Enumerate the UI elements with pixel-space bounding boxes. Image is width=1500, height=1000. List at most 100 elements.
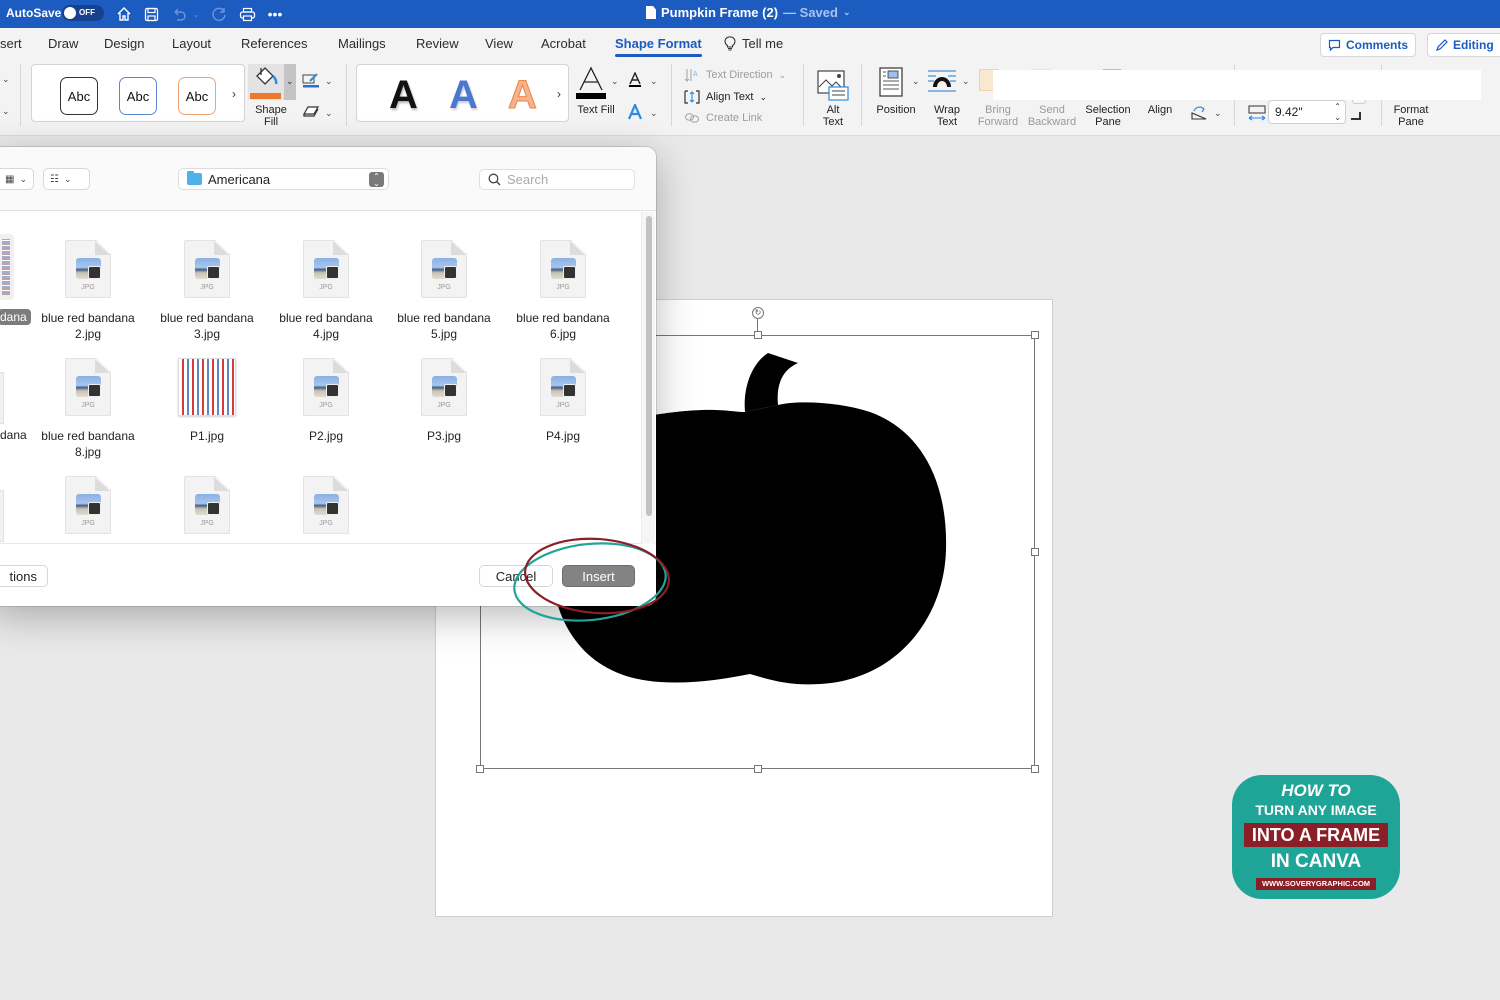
chevron-down-icon[interactable]: ⌄ — [1214, 108, 1222, 119]
tab-mailings[interactable]: Mailings — [338, 36, 386, 51]
autosave-toggle[interactable]: OFF — [62, 5, 104, 21]
file-item[interactable]: JPG P3.jpg — [384, 358, 504, 444]
redo-icon[interactable] — [210, 4, 228, 24]
tab-view[interactable]: View — [485, 36, 513, 51]
file-item[interactable]: JPG P2.jpg — [266, 358, 386, 444]
align-button[interactable]: Align — [1143, 104, 1177, 116]
file-extension: JPG — [319, 284, 333, 291]
tab-references[interactable]: References — [241, 36, 307, 51]
editing-mode-button[interactable]: Editing — [1427, 33, 1500, 57]
file-item[interactable]: JPG blue red bandana 3.jpg — [147, 240, 267, 342]
text-fill-button[interactable] — [575, 66, 607, 105]
search-input[interactable] — [507, 172, 617, 187]
resize-handle-right[interactable] — [1031, 548, 1039, 556]
file-item[interactable]: JPG blue red bandana 8.jpg — [28, 358, 148, 460]
options-button[interactable]: tions — [0, 565, 48, 587]
tab-design[interactable]: Design — [104, 36, 144, 51]
resize-handle-top[interactable] — [754, 331, 762, 339]
tab-shape-format[interactable]: Shape Format — [615, 36, 702, 57]
chevron-down-icon[interactable]: ⌄ — [2, 74, 10, 85]
create-link-button[interactable]: Create Link — [684, 112, 762, 124]
tell-me-search[interactable]: Tell me — [724, 36, 783, 51]
rotate-handle-icon[interactable]: ↻ — [752, 307, 764, 319]
file-name-partial[interactable]: dana — [0, 428, 27, 442]
size-dialog-launcher-icon[interactable] — [1351, 112, 1361, 120]
resize-handle-bottom-left[interactable] — [476, 765, 484, 773]
tab-insert[interactable]: sert — [0, 36, 22, 51]
chevron-down-icon[interactable]: ⌄ — [650, 76, 658, 87]
chevron-down-icon[interactable]: ⌄ — [912, 76, 920, 87]
width-stepper[interactable]: ⌃ ⌄ — [1334, 101, 1341, 123]
wordart-style-orange[interactable]: A — [508, 73, 538, 118]
file-name-selected-partial[interactable]: dana — [0, 309, 31, 325]
tutorial-badge: HOW TO TURN ANY IMAGE INTO A FRAME IN CA… — [1232, 775, 1400, 899]
align-text-button[interactable]: Align Text ⌄ — [684, 90, 767, 104]
undo-dropdown-icon[interactable]: ⌄ — [191, 4, 201, 24]
file-item[interactable]: P1.jpg — [147, 358, 267, 444]
shape-style-orange[interactable]: Abc — [178, 77, 216, 115]
save-icon[interactable] — [142, 4, 160, 24]
file-item[interactable]: JPG — [28, 476, 148, 534]
gallery-more-icon[interactable]: › — [232, 87, 236, 101]
chevron-down-icon: ⌄ — [759, 91, 768, 102]
wordart-style-blue[interactable]: A — [449, 73, 478, 118]
shape-style-black[interactable]: Abc — [60, 77, 98, 115]
shape-width-input[interactable]: 9.42" ⌃ ⌄ — [1268, 100, 1346, 124]
file-icon-partial[interactable] — [0, 372, 4, 424]
chevron-down-icon[interactable]: ⌄ — [2, 106, 10, 117]
resize-handle-top-right[interactable] — [1031, 331, 1039, 339]
home-icon[interactable] — [115, 4, 133, 24]
text-effects-button[interactable] — [627, 102, 643, 125]
group-view-button[interactable]: ☷ ⌄ — [43, 168, 90, 190]
icon-view-button[interactable]: ▦ ⌄ — [0, 168, 34, 190]
comments-button[interactable]: Comments — [1320, 33, 1416, 57]
chevron-down-icon[interactable]: ⌄ — [611, 76, 619, 87]
file-item[interactable]: JPG blue red bandana 5.jpg — [384, 240, 504, 342]
file-item[interactable]: JPG blue red bandana 6.jpg — [503, 240, 623, 342]
rotate-button[interactable] — [1190, 105, 1210, 126]
cancel-button[interactable]: Cancel — [479, 565, 553, 587]
file-item[interactable]: JPG P4.jpg — [503, 358, 623, 444]
text-direction-button[interactable]: A Text Direction ⌄ — [684, 68, 786, 82]
selection-pane-label[interactable]: Selection Pane — [1080, 104, 1136, 128]
print-icon[interactable] — [238, 4, 256, 24]
file-item[interactable]: JPG blue red bandana 4.jpg — [266, 240, 386, 342]
document-title[interactable]: Pumpkin Frame (2) — Saved ⌄ — [646, 5, 851, 20]
file-item[interactable]: JPG — [266, 476, 386, 534]
resize-handle-bottom-right[interactable] — [1031, 765, 1039, 773]
shape-outline-button[interactable] — [302, 72, 320, 93]
file-list-scrollbar[interactable] — [641, 212, 655, 544]
scrollbar-thumb[interactable] — [646, 216, 652, 516]
search-field[interactable] — [479, 169, 635, 190]
file-icon-partial[interactable] — [0, 490, 4, 542]
undo-icon[interactable] — [170, 4, 188, 24]
shape-fill-button[interactable] — [248, 64, 284, 100]
tab-acrobat[interactable]: Acrobat — [541, 36, 586, 51]
shape-style-blue[interactable]: Abc — [119, 77, 157, 115]
gallery-more-icon[interactable]: › — [557, 87, 561, 101]
alt-text-button[interactable] — [817, 69, 849, 106]
location-dropdown[interactable]: Americana ⌃ ⌄ — [178, 168, 389, 190]
text-outline-icon — [629, 71, 641, 87]
text-outline-button[interactable] — [627, 71, 643, 93]
insert-button[interactable]: Insert — [562, 565, 635, 587]
shape-fill-dropdown[interactable]: ⌄ — [284, 64, 296, 100]
chevron-down-icon[interactable]: ⌄ — [962, 76, 970, 87]
tab-layout[interactable]: Layout — [172, 36, 211, 51]
chevron-down-icon[interactable]: ⌄ — [650, 108, 658, 119]
wrap-text-label-line1: Wrap — [933, 104, 961, 116]
wordart-style-black[interactable]: A — [389, 73, 418, 118]
chevron-down-icon[interactable]: ⌄ — [325, 76, 333, 87]
wrap-text-button[interactable] — [927, 69, 957, 98]
file-item[interactable]: JPG — [147, 476, 267, 534]
tab-draw[interactable]: Draw — [48, 36, 78, 51]
format-pane-button[interactable]: Format Pane — [1388, 104, 1434, 128]
shape-effects-button[interactable] — [302, 104, 320, 123]
file-item[interactable]: JPG blue red bandana 2.jpg — [28, 240, 148, 342]
tab-review[interactable]: Review — [416, 36, 459, 51]
file-thumbnail-partial[interactable] — [0, 234, 14, 300]
more-icon[interactable]: ••• — [266, 4, 284, 24]
position-button[interactable] — [879, 67, 903, 102]
resize-handle-bottom[interactable] — [754, 765, 762, 773]
chevron-down-icon[interactable]: ⌄ — [325, 108, 333, 119]
